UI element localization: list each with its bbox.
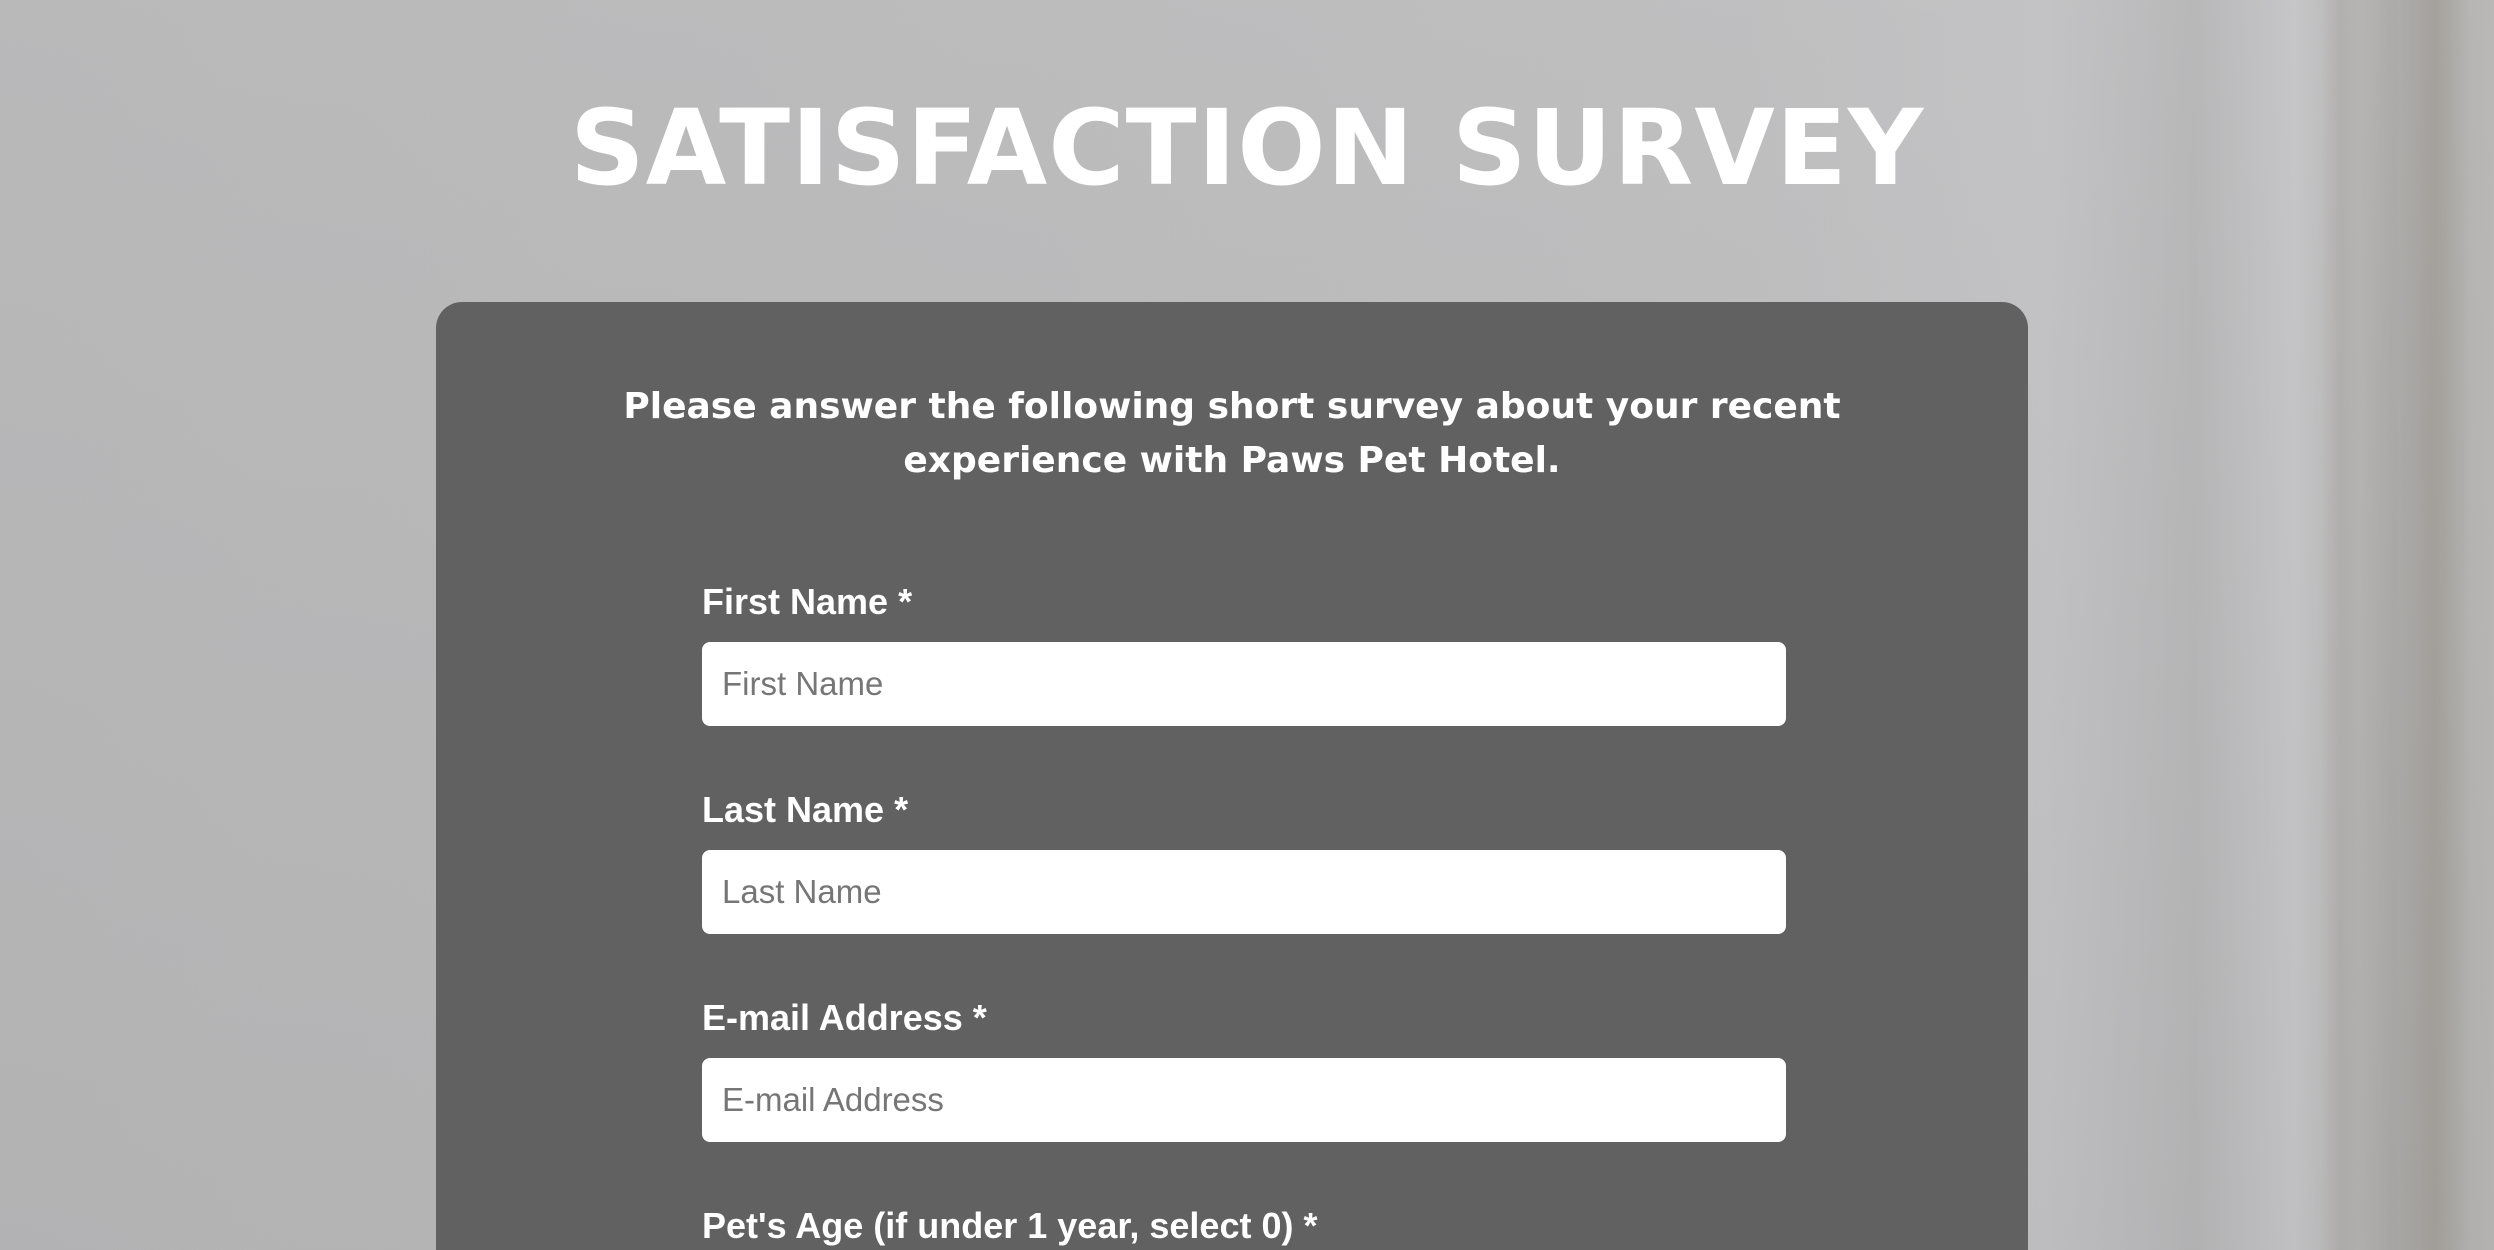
survey-intro-line: Please answer the following short survey… xyxy=(623,386,1841,427)
last-name-label: Last Name * xyxy=(702,789,909,830)
first-name-label: First Name * xyxy=(702,581,913,622)
first-name-field: First Name * xyxy=(702,580,1786,726)
survey-card: Please answer the following short survey… xyxy=(436,302,2028,1250)
email-label: E-mail Address * xyxy=(702,997,987,1038)
email-field: E-mail Address * xyxy=(702,996,1786,1142)
last-name-field: Last Name * xyxy=(702,788,1786,934)
page-title: SATISFACTION SURVEY xyxy=(569,87,1925,209)
pet-age-field: Pet's Age (if under 1 year, select 0) * xyxy=(702,1204,1786,1248)
first-name-input[interactable] xyxy=(702,642,1786,726)
survey-intro-line: experience with Paws Pet Hotel. xyxy=(903,440,1561,481)
last-name-input[interactable] xyxy=(702,850,1786,934)
pet-age-label: Pet's Age (if under 1 year, select 0) * xyxy=(702,1205,1318,1246)
email-input[interactable] xyxy=(702,1058,1786,1142)
survey-intro: Please answer the following short survey… xyxy=(436,380,2028,488)
